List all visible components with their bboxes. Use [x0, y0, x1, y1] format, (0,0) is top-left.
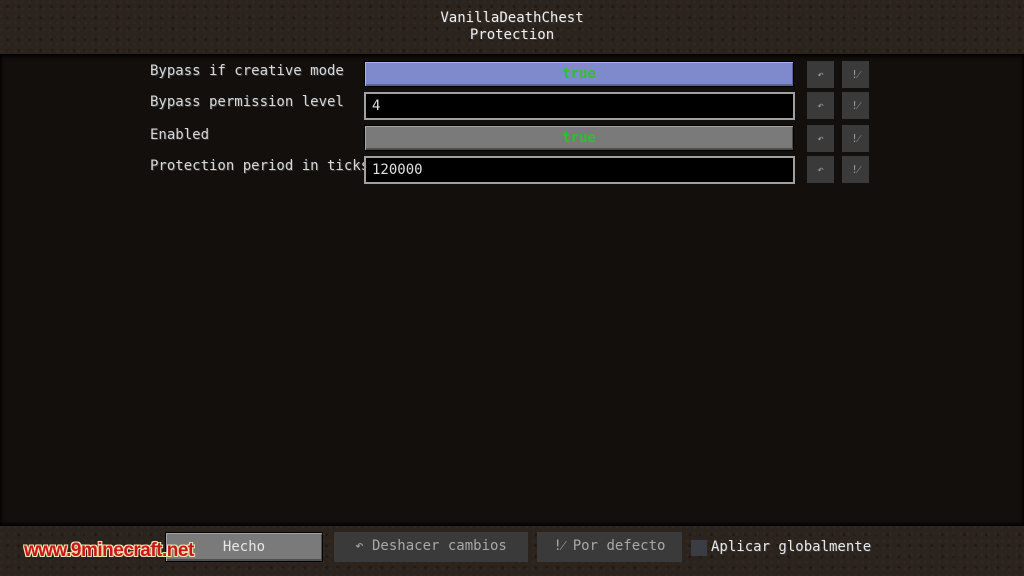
- screen-title: VanillaDeathChest: [440, 10, 584, 26]
- apply-globally-checkbox[interactable]: [691, 540, 707, 556]
- screen-header: VanillaDeathChest Protection: [0, 0, 1024, 54]
- undo-icon[interactable]: ↶: [807, 125, 834, 152]
- watermark: www.9minecraft.net: [24, 540, 194, 561]
- reset-default-icon[interactable]: !⁄: [842, 125, 869, 152]
- config-label: Protection period in ticks: [150, 158, 370, 174]
- config-row-protection-period: Protection period in ticks 120000 ↶ !⁄: [0, 156, 1024, 186]
- undo-icon[interactable]: ↶: [807, 156, 834, 183]
- reset-default-icon[interactable]: !⁄: [842, 156, 869, 183]
- protection-period-field[interactable]: 120000: [364, 156, 795, 184]
- config-row-permission-level: Bypass permission level 4 ↶ !⁄: [0, 92, 1024, 122]
- undo-changes-button[interactable]: ↶ Deshacer cambios: [334, 532, 528, 562]
- config-label: Enabled: [150, 127, 210, 143]
- permission-level-field[interactable]: 4: [364, 92, 795, 120]
- config-list[interactable]: Bypass if creative mode true ↶ !⁄ Bypass…: [0, 54, 1024, 526]
- config-row-enabled: Enabled true ↶ !⁄: [0, 125, 1024, 155]
- screen-subtitle: Protection: [469, 27, 555, 43]
- undo-icon[interactable]: ↶: [807, 92, 834, 119]
- config-label: Bypass permission level: [150, 94, 344, 110]
- config-row-bypass-creative: Bypass if creative mode true ↶ !⁄: [0, 61, 1024, 91]
- reset-default-button[interactable]: !⁄ Por defecto: [537, 532, 682, 562]
- apply-globally-label[interactable]: Aplicar globalmente: [711, 539, 871, 555]
- enabled-toggle[interactable]: true: [364, 125, 794, 151]
- footer-bar: Hecho ↶ Deshacer cambios !⁄ Por defecto …: [0, 526, 1024, 576]
- bypass-creative-toggle[interactable]: true: [364, 61, 794, 87]
- undo-icon[interactable]: ↶: [807, 61, 834, 88]
- reset-default-icon[interactable]: !⁄: [842, 92, 869, 119]
- reset-default-icon[interactable]: !⁄: [842, 61, 869, 88]
- config-label: Bypass if creative mode: [150, 63, 344, 79]
